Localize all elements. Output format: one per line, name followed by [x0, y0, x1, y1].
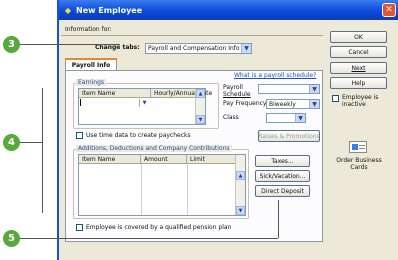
callout-5-line-vertical	[278, 200, 279, 238]
earnings-col-rate: Hourly/Annual Rate	[151, 89, 212, 97]
payroll-schedule-dropdown[interactable]: ▼	[258, 84, 320, 94]
chevron-down-icon[interactable]: ▼	[309, 85, 319, 93]
earnings-table-header: Item Name Hourly/Annual Rate	[79, 89, 212, 98]
use-time-data-checkbox[interactable]	[76, 132, 83, 139]
app-icon: ◆	[64, 5, 72, 15]
header-divider	[61, 35, 323, 36]
payroll-schedule-help-link[interactable]: What is a payroll schedule?	[234, 72, 316, 79]
new-employee-window: ◆ New Employee ✕ Information for: Change…	[57, 0, 398, 260]
pay-frequency-value: Biweekly	[269, 101, 296, 108]
chevron-down-icon[interactable]: ▼	[309, 100, 319, 108]
order-business-cards-link[interactable]: Order Business Cards	[331, 157, 387, 171]
callout-4: 4	[3, 134, 20, 151]
cancel-button[interactable]: Cancel	[330, 46, 387, 58]
sick-vacation-button[interactable]: Sick/Vacation...	[255, 170, 310, 182]
pay-frequency-label: Pay Frequency	[223, 100, 267, 107]
earnings-group-title: Earnings	[76, 79, 107, 86]
callout-4-line	[20, 142, 42, 143]
earnings-col-item-name: Item Name	[79, 89, 151, 97]
scroll-down-icon[interactable]: ▼	[196, 115, 205, 124]
class-dropdown[interactable]: ▼	[266, 113, 306, 123]
additions-group-title: Additions, Deductions and Company Contri…	[76, 145, 232, 152]
scroll-down-icon[interactable]: ▼	[236, 206, 245, 215]
callout-3: 3	[3, 36, 20, 53]
class-label: Class	[223, 114, 239, 121]
pay-frequency-dropdown[interactable]: Biweekly ▼	[266, 99, 320, 109]
change-tabs-dropdown[interactable]: Payroll and Compensation Info ▼	[145, 43, 252, 54]
callout-4-bracket	[42, 88, 43, 213]
close-button[interactable]: ✕	[382, 3, 396, 17]
chevron-down-icon[interactable]: ▼	[241, 44, 251, 53]
taxes-button[interactable]: Taxes...	[255, 155, 310, 167]
direct-deposit-button[interactable]: Direct Deposit	[255, 185, 310, 197]
scroll-up-icon[interactable]: ▲	[196, 89, 205, 98]
help-button[interactable]: Help	[330, 77, 387, 89]
pension-plan-label: Employee is covered by a qualified pensi…	[86, 224, 232, 231]
title-bar: ◆ New Employee ✕	[59, 0, 398, 20]
additions-table[interactable]: Item Name Amount Limit ▲ ▼	[78, 154, 246, 216]
screenshot: 3 4 5 ◆ New Employee ✕ Information for: …	[0, 0, 398, 260]
additions-scrollbar[interactable]: ▲ ▼	[235, 155, 245, 215]
earnings-table[interactable]: Item Name Hourly/Annual Rate ▼ ▲ ▼	[78, 88, 212, 125]
column-divider	[141, 164, 142, 215]
raises-promotions-button[interactable]: Raises & Promotions	[258, 130, 320, 142]
scroll-up-icon[interactable]: ▲	[236, 171, 245, 180]
information-for-label: Information for:	[65, 26, 112, 33]
employee-inactive-checkbox[interactable]	[332, 95, 339, 102]
change-tabs-value: Payroll and Compensation Info	[148, 45, 240, 52]
callout-5: 5	[3, 230, 20, 247]
column-divider	[187, 164, 188, 215]
employee-inactive-label: Employee is inactive	[342, 94, 379, 108]
additions-col-amount: Amount	[141, 155, 187, 163]
additions-table-header: Item Name Amount Limit	[79, 155, 237, 164]
change-tabs-label: Change tabs:	[95, 44, 140, 51]
pension-plan-checkbox[interactable]	[76, 224, 83, 231]
item-dropdown-arrow-icon[interactable]: ▼	[139, 99, 149, 107]
additions-col-item-name: Item Name	[79, 155, 141, 163]
callout-3-line	[20, 44, 120, 45]
callout-5-line	[20, 238, 278, 239]
next-button[interactable]: Next	[330, 62, 387, 74]
earnings-scrollbar[interactable]: ▲ ▼	[195, 89, 205, 124]
use-time-data-label: Use time data to create paychecks	[86, 132, 191, 139]
text-cursor	[80, 99, 81, 106]
window-title: New Employee	[76, 5, 143, 15]
chevron-down-icon[interactable]: ▼	[295, 114, 305, 122]
business-card-icon[interactable]	[349, 141, 367, 153]
payroll-schedule-label: Payroll Schedule	[223, 84, 251, 98]
ok-button[interactable]: OK	[330, 31, 387, 43]
additions-col-limit: Limit	[187, 155, 237, 163]
